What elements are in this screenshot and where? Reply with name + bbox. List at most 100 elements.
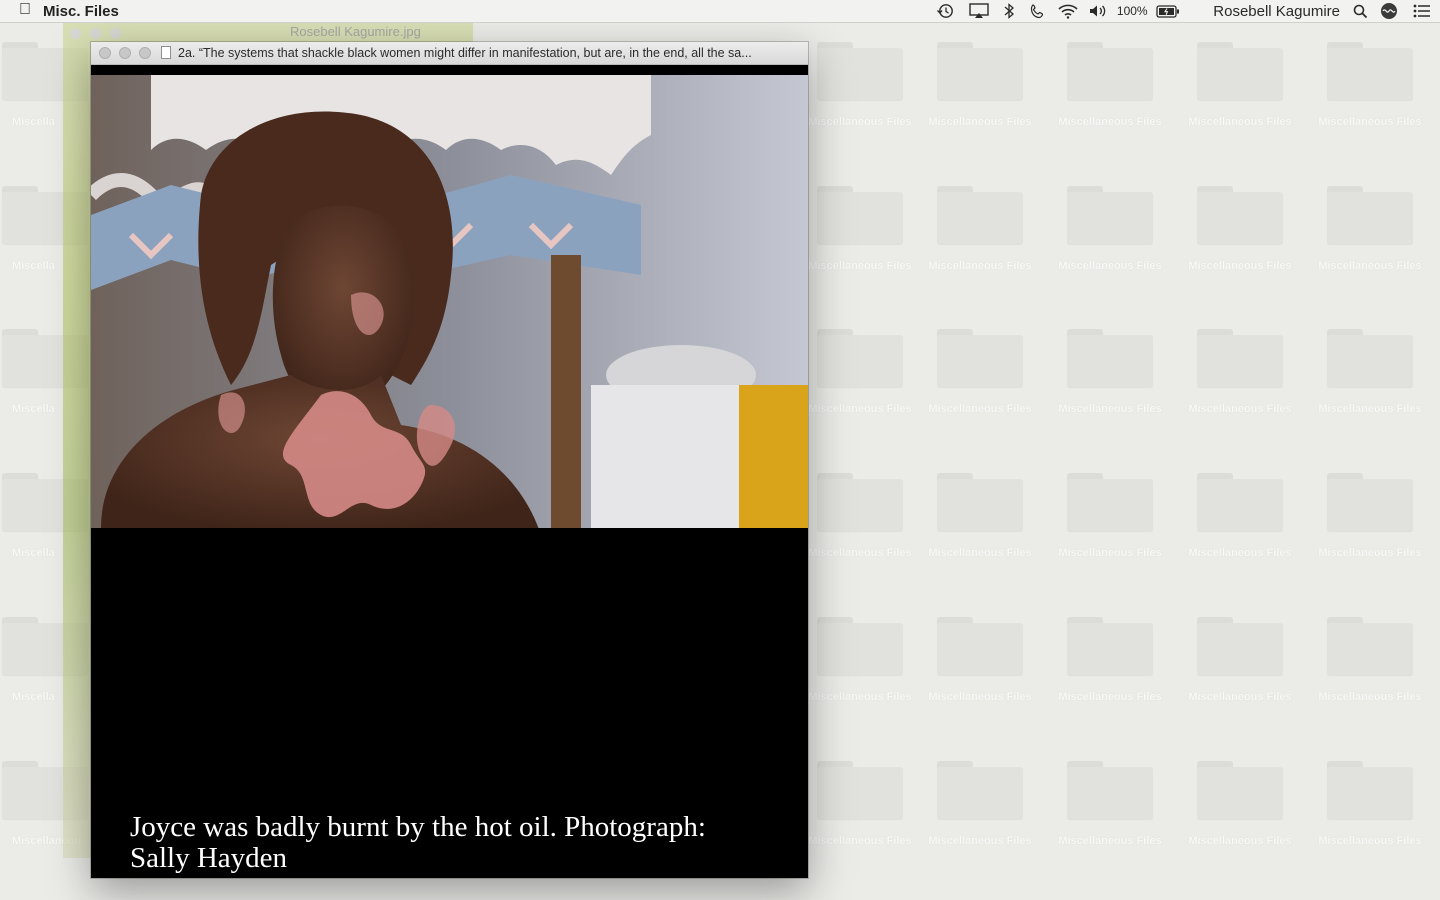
desktop-folder[interactable]: Miscellaneous Files <box>795 42 925 128</box>
folder-label: Miscellaneous Files <box>808 116 912 128</box>
folder-label: Miscellaneous Files <box>928 547 1032 559</box>
document-icon[interactable] <box>161 46 171 59</box>
spotlight-icon[interactable] <box>1346 0 1374 22</box>
desktop-folder[interactable]: Miscellaneous Files <box>795 186 925 272</box>
folder-label: Miscellaneous Files <box>1318 116 1422 128</box>
window-title: 2a. “The systems that shackle black wome… <box>178 46 752 60</box>
folder-label: Miscellaneous Files <box>808 260 912 272</box>
folder-icon <box>817 186 903 244</box>
folder-label: Miscellaneous Files <box>808 835 912 847</box>
volume-icon[interactable] <box>1083 0 1113 22</box>
desktop-folder[interactable]: Miscellaneous Files <box>915 42 1045 128</box>
folder-label: Miscellaneous Files <box>808 403 912 415</box>
desktop-folder[interactable]: Miscellaneous Files <box>915 186 1045 272</box>
folder-label: Miscellaneous Files <box>1058 260 1162 272</box>
folder-icon <box>1197 42 1283 100</box>
minimize-button-inactive[interactable] <box>90 28 101 39</box>
desktop-folder[interactable]: Miscellaneous Files <box>1045 186 1175 272</box>
folder-icon <box>937 617 1023 675</box>
folder-label: Miscellaneous Files <box>1188 260 1292 272</box>
apple-icon[interactable]:  <box>19 1 31 19</box>
folder-label: Miscellaneous Files <box>928 691 1032 703</box>
desktop-folder[interactable]: Miscellaneous Files <box>1045 761 1175 847</box>
airplay-icon[interactable] <box>963 0 995 22</box>
battery-icon[interactable] <box>1151 0 1185 22</box>
folder-icon <box>1327 42 1413 100</box>
folder-label: Miscellaneous Files <box>1318 260 1422 272</box>
folder-icon <box>1197 186 1283 244</box>
minimize-button[interactable] <box>119 47 131 59</box>
folder-icon <box>937 329 1023 387</box>
desktop-folder[interactable]: Miscellaneous Files <box>915 329 1045 415</box>
user-name[interactable]: Rosebell Kagumire <box>1185 0 1346 22</box>
folder-label: Miscellaneous Files <box>1058 691 1162 703</box>
desktop-folder[interactable]: Miscellaneous Files <box>795 329 925 415</box>
desktop-folder[interactable]: Miscellaneous Files <box>1305 473 1435 559</box>
desktop-folder[interactable]: Miscellaneous Files <box>795 473 925 559</box>
desktop-folder[interactable]: Miscellaneous Files <box>1045 42 1175 128</box>
folder-icon <box>937 761 1023 819</box>
folder-icon <box>1067 329 1153 387</box>
folder-label: Miscellaneous Files <box>808 547 912 559</box>
notification-center-icon[interactable] <box>1404 0 1440 22</box>
desktop-folder[interactable]: Miscellaneous Files <box>1175 186 1305 272</box>
desktop-folder[interactable]: Miscellaneous Files <box>795 761 925 847</box>
desktop-folder[interactable]: Miscellaneous Files <box>1175 617 1305 703</box>
desktop-folder[interactable]: Miscellaneous Files <box>1175 761 1305 847</box>
folder-icon <box>1197 329 1283 387</box>
folder-icon <box>1327 329 1413 387</box>
folder-label: Miscellaneous Files <box>1318 691 1422 703</box>
folder-icon <box>1197 473 1283 531</box>
close-button-inactive[interactable] <box>70 28 81 39</box>
folder-icon <box>1197 761 1283 819</box>
folder-label: Miscellaneous Files <box>1188 835 1292 847</box>
desktop-folder[interactable]: Miscellaneous Files <box>915 473 1045 559</box>
folder-icon <box>1197 617 1283 675</box>
time-machine-icon[interactable] <box>927 0 963 22</box>
desktop-folder[interactable]: Miscellaneous Files <box>1045 617 1175 703</box>
folder-icon <box>1327 473 1413 531</box>
desktop-folder[interactable]: Miscellaneous Files <box>1305 329 1435 415</box>
battery-percent: 100% <box>1116 4 1148 18</box>
desktop-folder[interactable]: Miscellaneous Files <box>1305 617 1435 703</box>
folder-label: Miscellaneous Files <box>928 403 1032 415</box>
desktop-folder[interactable]: Miscellaneous Files <box>1305 42 1435 128</box>
desktop-folder[interactable]: Miscellaneous Files <box>1175 473 1305 559</box>
folder-icon <box>937 186 1023 244</box>
desktop-folder[interactable]: Miscellaneous Files <box>1305 186 1435 272</box>
folder-icon <box>1067 186 1153 244</box>
desktop-folder[interactable]: Miscellaneous Files <box>1175 42 1305 128</box>
folder-icon <box>1067 617 1153 675</box>
folder-label: Miscellaneous Files <box>808 691 912 703</box>
folder-label: Miscellaneous Files <box>1318 835 1422 847</box>
desktop-folder[interactable]: Miscellaneous Files <box>1045 473 1175 559</box>
folder-icon <box>817 42 903 100</box>
folder-icon <box>1327 761 1413 819</box>
folder-icon <box>817 617 903 675</box>
siri-icon[interactable] <box>1374 0 1404 22</box>
bluetooth-icon[interactable] <box>995 0 1023 22</box>
background-window-title[interactable]: Rosebell Kagumire.jpg <box>290 24 421 39</box>
folder-label: Miscellaneous Files <box>1188 691 1292 703</box>
folder-icon <box>937 42 1023 100</box>
photo-caption: Joyce was badly burnt by the hot oil. Ph… <box>130 811 706 874</box>
folder-label: Miscellaneous Files <box>1058 547 1162 559</box>
folder-icon <box>1067 473 1153 531</box>
desktop-folder[interactable]: Miscellaneous Files <box>1045 329 1175 415</box>
desktop-folder[interactable]: Miscellaneous Files <box>915 617 1045 703</box>
desktop-folder[interactable]: Miscellaneous Files <box>795 617 925 703</box>
folder-icon <box>1067 42 1153 100</box>
desktop-folder[interactable]: Miscellaneous Files <box>915 761 1045 847</box>
zoom-button[interactable] <box>139 47 151 59</box>
window-titlebar[interactable]: 2a. “The systems that shackle black wome… <box>91 42 808 65</box>
app-name[interactable]: Misc. Files <box>43 3 119 20</box>
zoom-button-inactive[interactable] <box>110 28 121 39</box>
desktop-folder[interactable]: Miscellaneous Files <box>1305 761 1435 847</box>
folder-label: Miscellaneous Files <box>1188 547 1292 559</box>
desktop-folder[interactable]: Miscellaneous Files <box>1175 329 1305 415</box>
folder-label: Miscellaneous Files <box>1058 835 1162 847</box>
folder-icon <box>1327 186 1413 244</box>
close-button[interactable] <box>99 47 111 59</box>
phone-icon[interactable] <box>1023 0 1053 22</box>
wifi-icon[interactable] <box>1053 0 1083 22</box>
